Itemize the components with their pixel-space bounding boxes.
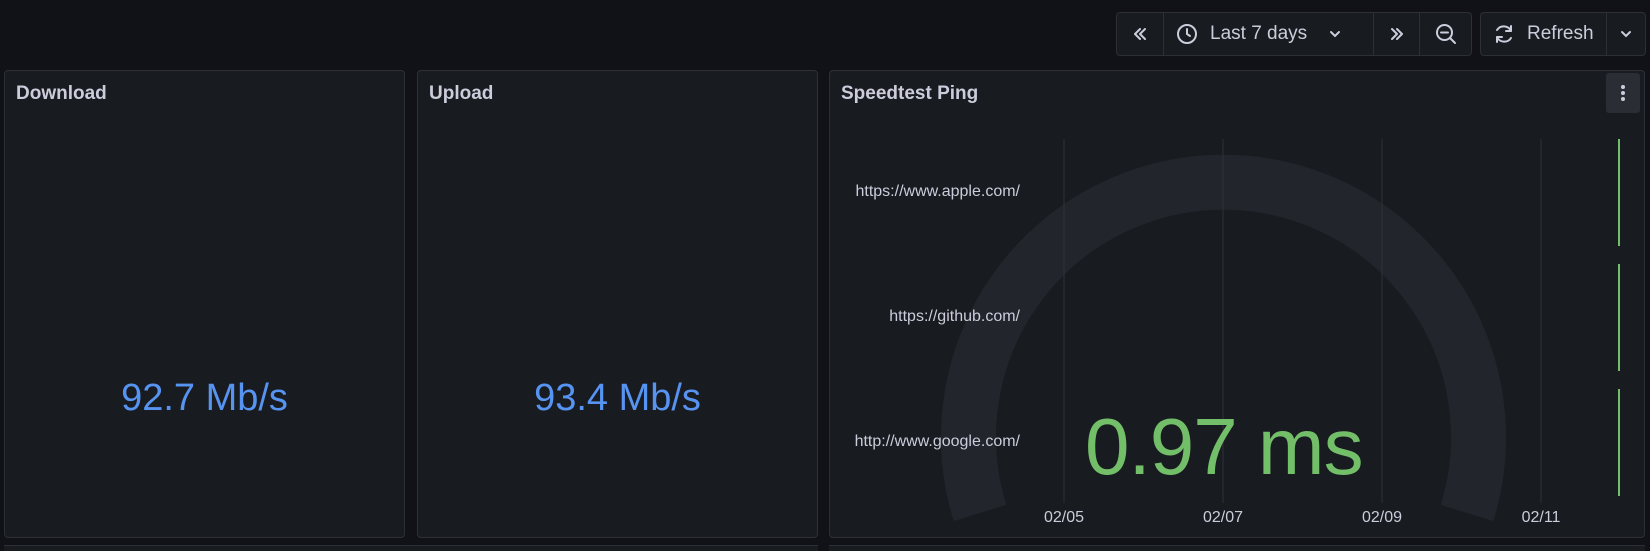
- refresh-group: Refresh: [1480, 12, 1646, 56]
- row-label-github: https://github.com/: [889, 308, 1020, 325]
- time-picker-group: Last 7 days: [1116, 12, 1472, 56]
- chevrons-left-icon: [1134, 28, 1146, 40]
- row-label-google: http://www.google.com/: [854, 433, 1020, 450]
- x-tick-label: 02/07: [1202, 509, 1244, 526]
- time-range-back-button[interactable]: [1117, 13, 1163, 55]
- refresh-button[interactable]: Refresh: [1481, 13, 1606, 55]
- refresh-label: Refresh: [1527, 23, 1594, 44]
- chevron-down-icon: [1330, 31, 1341, 38]
- download-stat-value: 92.7 Mb/s: [121, 377, 288, 419]
- zoom-out-icon: [1435, 24, 1456, 44]
- chevron-down-icon: [1620, 31, 1631, 38]
- zoom-out-button[interactable]: [1419, 13, 1471, 55]
- upload-stat-value: 93.4 Mb/s: [534, 377, 701, 419]
- time-range-label: Last 7 days: [1210, 23, 1308, 44]
- download-panel[interactable]: Download 92.7 Mb/s: [4, 70, 405, 538]
- bottom-panel-edge: [829, 545, 1645, 551]
- x-tick-label: 02/09: [1361, 509, 1403, 526]
- refresh-interval-dropdown[interactable]: [1605, 13, 1645, 55]
- time-range-forward-button[interactable]: [1373, 13, 1419, 55]
- refresh-icon: [1496, 25, 1512, 43]
- chevrons-right-icon: [1390, 28, 1403, 40]
- row-label-apple: https://www.apple.com/: [855, 183, 1020, 200]
- panel-title: Download: [16, 83, 107, 104]
- clock-icon: [1177, 24, 1197, 44]
- bottom-panel-edge: [4, 545, 818, 551]
- ping-gauge-value: 0.97 ms: [1085, 402, 1364, 491]
- upload-panel[interactable]: Upload 93.4 Mb/s: [417, 70, 818, 538]
- speedtest-ping-panel[interactable]: Speedtest Ping https://www.apple.com/ ht…: [829, 70, 1645, 538]
- x-tick-label: 02/11: [1521, 509, 1561, 526]
- panel-title: Upload: [429, 83, 494, 104]
- x-tick-label: 02/05: [1043, 509, 1085, 526]
- time-range-picker[interactable]: Last 7 days: [1163, 13, 1373, 55]
